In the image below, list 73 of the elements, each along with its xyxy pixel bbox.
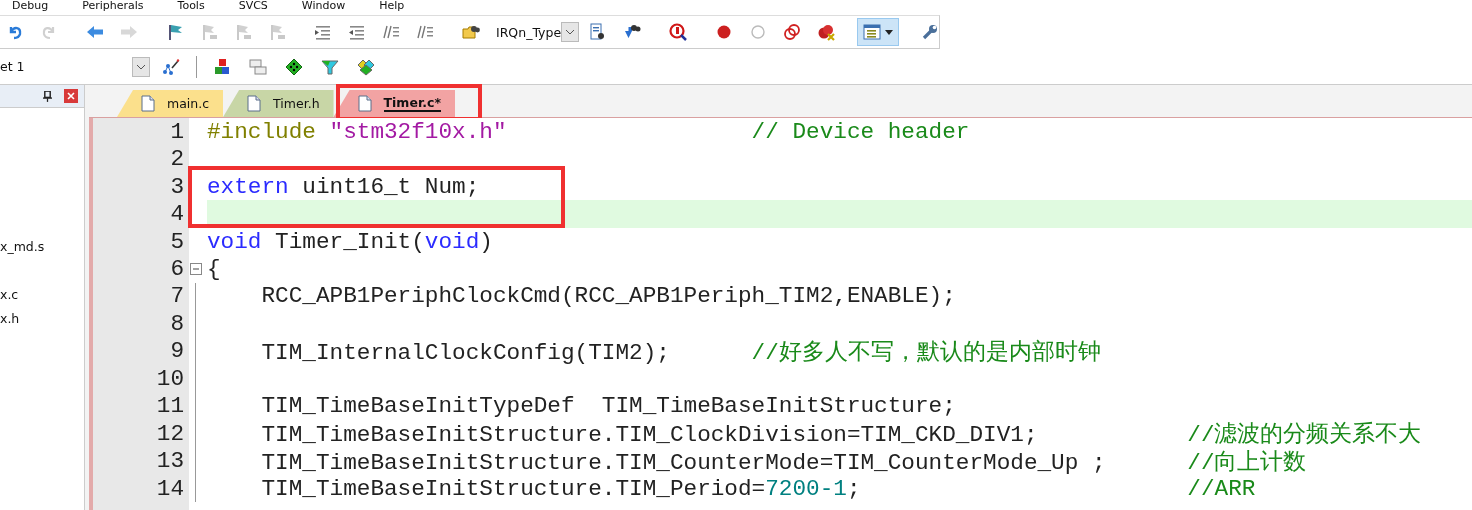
rings-icon <box>783 23 802 41</box>
file-tree-item[interactable]: x_md.s <box>0 238 45 256</box>
menu-item[interactable]: SVCS <box>238 0 268 11</box>
code-line: TIM_TimeBaseInitStructure.TIM_ClockDivision=TIM_CKD_DIV1; //滤波的分频关系不大 <box>260 420 1422 450</box>
file-tab[interactable]: Timer.c* <box>333 90 455 117</box>
magnifier-icon <box>669 23 688 41</box>
flag-cross-icon <box>268 23 286 41</box>
window-icon <box>863 23 882 41</box>
symbol-combo-box[interactable]: IRQn_Type <box>490 22 580 42</box>
dropdown-button[interactable] <box>561 22 580 42</box>
file-tree-item[interactable]: x.h <box>0 310 20 328</box>
menu-item[interactable]: Debug <box>12 0 49 11</box>
dots-cross-icon <box>817 23 836 41</box>
code-line: TIM_TimeBaseInitStructure.TIM_CounterMode=TIM_CounterMode_Up ; //向上计数 <box>260 448 1307 477</box>
code-line: void Timer_Init(void) <box>207 228 493 255</box>
flag-arrow-icon <box>200 23 218 41</box>
line-number: 12 <box>155 420 184 447</box>
line-number: 7 <box>169 283 184 310</box>
chevron-down-icon <box>565 29 576 35</box>
menu-item[interactable]: Tools <box>177 0 205 11</box>
pin-icon[interactable] <box>43 90 52 102</box>
wand-icon <box>162 57 180 76</box>
line-number: 6 <box>169 256 184 282</box>
document-icon <box>247 95 262 112</box>
menu-item[interactable]: Window <box>301 0 346 11</box>
uncomment-lines-icon <box>416 23 434 41</box>
line-number: 8 <box>169 310 184 337</box>
collapse-icon[interactable] <box>189 263 202 275</box>
code-line: RCC_APB1PeriphClockCmd(RCC_APB1Periph_TIM2,ENABLE); <box>260 283 956 310</box>
flag-icon <box>166 23 184 41</box>
circle-icon <box>749 23 768 41</box>
line-number: 14 <box>155 475 184 502</box>
code-line: extern uint16_t Num; <box>207 173 480 200</box>
menu-item[interactable]: Peripherals <box>82 0 144 11</box>
line-number: 1 <box>169 118 184 145</box>
funnel-icon <box>321 57 339 76</box>
file-tree-item[interactable]: x.c <box>0 286 19 304</box>
menu-item[interactable]: Help <box>379 0 405 11</box>
file-tab[interactable]: main.c <box>117 90 224 117</box>
line-number: 10 <box>155 365 184 392</box>
code-line: TIM_InternalClockConfig(TIM2); //好多人不写，默认的是内部时钟 <box>260 338 1101 367</box>
comment-lines-icon <box>382 23 400 41</box>
line-number: 2 <box>169 146 184 173</box>
chevron-down-icon <box>136 63 146 70</box>
document-icon <box>357 95 372 112</box>
code-line: #include "stm32f10x.h" // Device header <box>207 118 970 145</box>
symbol-combo-box[interactable]: et 1 <box>0 56 150 77</box>
window-layout-button[interactable] <box>857 18 900 46</box>
flag-arrow-icon <box>234 23 252 41</box>
close-icon <box>67 92 75 100</box>
right-arrow-icon <box>120 23 138 41</box>
blocks-icon <box>213 57 231 76</box>
file-tab[interactable]: Timer.h <box>223 90 334 117</box>
unindent-icon <box>348 23 366 41</box>
line-number: 9 <box>169 338 184 365</box>
close-button[interactable] <box>64 89 78 103</box>
document-icon <box>141 95 155 112</box>
wrench-icon <box>921 23 940 41</box>
windows-icon <box>249 57 267 76</box>
code-line: { <box>207 256 221 282</box>
line-number: 3 <box>169 173 184 200</box>
line-number: 5 <box>169 228 184 255</box>
line-number: 4 <box>169 201 184 228</box>
code-line: TIM_TimeBaseInitStructure.TIM_Period=7200-1; //ARR <box>260 475 1256 502</box>
dropdown-button[interactable] <box>132 56 150 77</box>
diamonds-icon <box>357 57 375 76</box>
indent-icon <box>314 23 332 41</box>
code-line: TIM_TimeBaseInitTypeDef TIM_TimeBaseInitStructure; <box>260 393 956 420</box>
diamond-icon <box>285 57 303 76</box>
caret-icon <box>885 29 894 35</box>
left-arrow-icon <box>86 23 104 41</box>
line-number: 13 <box>155 448 184 475</box>
line-number: 11 <box>155 393 184 420</box>
